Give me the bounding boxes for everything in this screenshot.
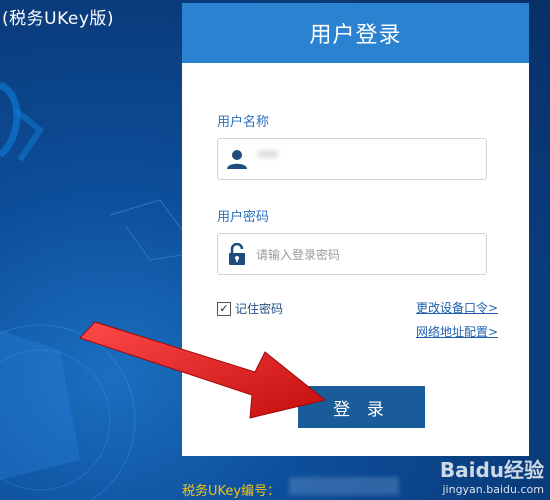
lock-icon bbox=[229, 243, 245, 265]
login-card: 用户登录 用户名称 *** 用户密码 ✓ 记住密码 更改设备口令> 网络地址配置… bbox=[182, 3, 529, 456]
user-icon bbox=[227, 150, 247, 169]
login-header: 用户登录 bbox=[182, 3, 529, 63]
ukey-number-label: 税务UKey编号： bbox=[182, 484, 281, 499]
login-header-title: 用户登录 bbox=[309, 23, 402, 48]
login-button[interactable]: 登 录 bbox=[298, 386, 425, 428]
network-address-config-link[interactable]: 网络地址配置> bbox=[416, 323, 498, 340]
watermark: Baidu经验 jingyan.baidu.com bbox=[440, 454, 544, 496]
remember-password[interactable]: ✓ 记住密码 bbox=[217, 300, 283, 317]
ukey-number-value bbox=[289, 477, 399, 495]
watermark-brand: Baidu经验 bbox=[439, 458, 544, 482]
change-device-password-link[interactable]: 更改设备口令> bbox=[416, 299, 498, 316]
password-field[interactable] bbox=[217, 233, 487, 276]
username-label: 用户名称 bbox=[217, 115, 270, 130]
username-field[interactable]: *** bbox=[217, 138, 487, 180]
password-input[interactable] bbox=[254, 234, 484, 276]
username-value: *** bbox=[258, 150, 278, 165]
password-label: 用户密码 bbox=[217, 210, 270, 225]
product-title: (税务UKey版) bbox=[2, 9, 115, 29]
watermark-url: jingyan.baidu.com bbox=[442, 483, 544, 496]
remember-password-label: 记住密码 bbox=[235, 302, 284, 316]
checkbox-icon[interactable]: ✓ bbox=[217, 301, 231, 316]
